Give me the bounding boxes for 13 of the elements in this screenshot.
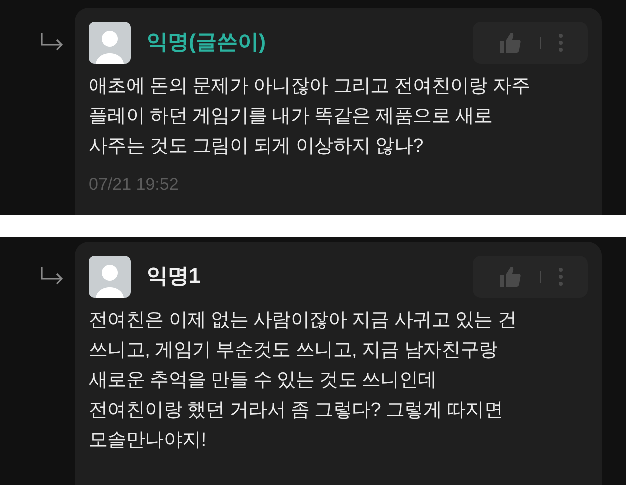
author-name: 익명(글쓴이) <box>147 30 266 56</box>
comment-text: 전여친은 이제 없는 사람이잖아 지금 사귀고 있는 건 쓰니고, 게임기 부순것도 쓰니고, 지금 남자친구랑 새로운 추억을 만들 수 있는 것도 쓰니인데 전여친이랑 했던 거라서 좀 그렇다? 그렇게 따지면 모솔만나야지! <box>89 309 518 453</box>
thumbs-up-icon[interactable] <box>498 31 522 55</box>
reply-arrow-icon <box>40 266 66 286</box>
avatar-icon <box>89 256 131 298</box>
thumbs-up-icon[interactable] <box>498 265 522 289</box>
author-name: 익명1 <box>147 264 201 290</box>
reply-arrow-icon <box>40 32 66 52</box>
avatar-icon <box>89 22 131 64</box>
more-icon[interactable] <box>559 34 564 52</box>
comment-date: 07/21 19:52 <box>89 174 180 196</box>
comment-text: 애초에 돈의 문제가 아니잖아 그리고 전여친이랑 자주 플레이 하던 게임기를 내가 똑같은 제품으로 새로 사주는 것도 그림이 되게 이상하지 않나? <box>89 75 532 159</box>
more-icon[interactable] <box>559 268 564 286</box>
